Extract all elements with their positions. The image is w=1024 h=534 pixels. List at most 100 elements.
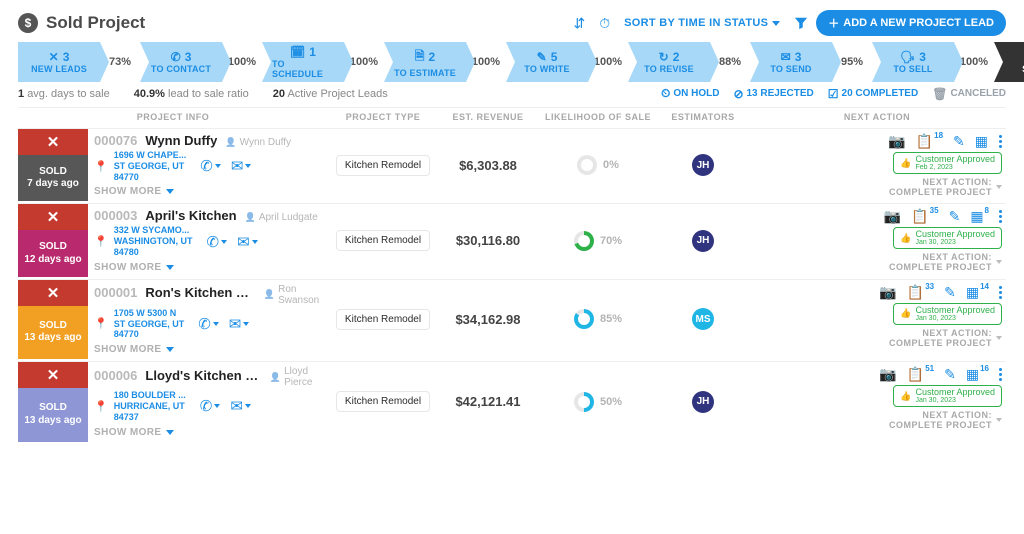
status-pills: ⏲ON HOLD ⊘13 REJECTED ☑20 COMPLETED 🗑CANCEL… [661,86,1006,101]
pin-icon[interactable]: 📍 [94,317,108,330]
address[interactable]: 1705 W 5300 NST GEORGE, UT84770 [114,308,185,340]
more-menu-icon[interactable] [999,368,1002,381]
camera-icon[interactable]: 📷 [884,208,901,225]
notes-icon[interactable]: 📋18 [916,133,943,150]
contact-name: Ron Swanson [264,284,322,306]
project-id: 000001 [94,285,137,300]
edit-icon[interactable]: ✎ [953,133,965,150]
notes-icon[interactable]: 📋33 [907,284,934,301]
row-actions: 📷 📋35 ✎ ▦8 👍Customer ApprovedJan 30, 2023 NEX… [748,204,1006,276]
edit-icon[interactable]: ✎ [944,284,956,301]
pipeline-stage-to-revise[interactable]: ↻2TO REVISE [628,42,710,82]
call-button[interactable]: ✆ [200,157,221,175]
status-pill--rejected[interactable]: ⊘13 REJECTED [733,86,813,101]
chevron-down-icon [996,185,1002,189]
stage-name: TO SELL [893,64,932,74]
col-project-type: PROJECT TYPE [328,112,438,122]
pin-icon[interactable]: 📍 [94,400,108,413]
avatar[interactable]: JH [692,230,714,252]
edit-icon[interactable]: ✎ [949,208,961,225]
project-type-value: Kitchen Remodel [336,155,430,176]
address[interactable]: 1696 W CHAPE...ST GEORGE, UT84770 [114,150,187,182]
likelihood: 50% [538,362,658,441]
address[interactable]: 180 BOULDER ...HURRICANE, UT84737 [114,390,186,422]
show-more-button[interactable]: SHOW MORE [94,186,322,197]
likelihood-ring [574,231,594,251]
pipeline-stage-sold[interactable]: 👍9SOLD [994,42,1024,82]
camera-icon[interactable]: 📷 [888,133,905,150]
col-next-action: NEXT ACTION [748,112,1006,122]
project-name[interactable]: April's Kitchen [145,208,236,223]
clock-icon[interactable]: ⏱ [599,15,610,32]
likelihood-value: 85% [600,313,622,325]
estimators: MS [658,280,748,359]
project-name[interactable]: Lloyd's Kitchen Remodel [145,368,261,383]
customer-approved-badge[interactable]: 👍Customer ApprovedJan 30, 2023 [893,303,1002,325]
more-menu-icon[interactable] [999,286,1002,299]
avatar[interactable]: JH [692,391,714,413]
pin-icon[interactable]: 📍 [94,235,108,248]
pipeline-stage-to-contact[interactable]: ✆3TO CONTACT [140,42,222,82]
stage-count: 3 [919,50,926,64]
customer-approved-badge[interactable]: 👍Customer ApprovedJan 30, 2023 [893,385,1002,407]
status-pill-canceled[interactable]: 🗑CANCELED [932,86,1006,101]
pipeline-stage-to-sell[interactable]: 🗣3TO SELL [872,42,954,82]
email-button[interactable]: ✉ [231,157,252,175]
show-more-button[interactable]: SHOW MORE [94,262,322,273]
next-action[interactable]: NEXT ACTION:COMPLETE PROJECT [889,410,1002,430]
customer-approved-badge[interactable]: 👍Customer ApprovedFeb 2, 2023 [893,152,1002,174]
filter-icon[interactable] [794,16,808,30]
contact-name: April Ludgate [245,212,318,223]
camera-icon[interactable]: 📷 [879,366,896,383]
call-button[interactable]: ✆ [198,315,219,333]
contact-name: Lloyd Pierce [270,366,322,388]
grid-icon[interactable]: ▦14 [966,284,989,301]
notes-icon[interactable]: 📋35 [911,208,938,225]
grid-icon[interactable]: ▦16 [966,366,989,383]
camera-icon[interactable]: 📷 [879,284,896,301]
customer-approved-badge[interactable]: 👍Customer ApprovedJan 30, 2023 [893,227,1002,249]
pipeline-stage-to-send[interactable]: ✉3TO SEND [750,42,832,82]
address[interactable]: 332 W SYCAMO...WASHINGTON, UT84780 [114,225,193,257]
sort-button[interactable]: SORT BY TIME IN STATUS [624,17,780,29]
call-button[interactable]: ✆ [200,397,221,415]
next-action[interactable]: NEXT ACTION:COMPLETE PROJECT [889,177,1002,197]
more-menu-icon[interactable] [999,135,1002,148]
pipeline-stage-new-leads[interactable]: ✕3NEW LEADS [18,42,100,82]
next-action[interactable]: NEXT ACTION:COMPLETE PROJECT [889,328,1002,348]
next-action[interactable]: NEXT ACTION:COMPLETE PROJECT [889,252,1002,272]
email-button[interactable]: ✉ [237,233,258,251]
grid-icon[interactable]: ▦ [975,133,989,150]
pipeline-stage-to-write[interactable]: ✎5TO WRITE [506,42,588,82]
thumb-icon: 👍 [900,392,911,401]
project-name[interactable]: Wynn Duffy [145,133,217,148]
app-container: $ Sold Project ⇵ ⏱ SORT BY TIME IN STATU… [0,0,1024,462]
email-button[interactable]: ✉ [230,397,251,415]
likelihood-ring [574,392,594,412]
stage-name: TO SEND [770,64,811,74]
more-menu-icon[interactable] [999,210,1002,223]
pill-icon: 🗑 [932,87,947,101]
chevron-down-icon [166,265,174,270]
contact-actions: ✆✉ [200,397,251,415]
project-name[interactable]: Ron's Kitchen Remodel [145,285,255,300]
status-pill--completed[interactable]: ☑20 COMPLETED [828,86,918,101]
status-pill-on-hold[interactable]: ⏲ON HOLD [661,86,719,101]
edit-icon[interactable]: ✎ [944,366,956,383]
add-project-button[interactable]: ＋ ADD A NEW PROJECT LEAD [816,10,1006,36]
show-more-button[interactable]: SHOW MORE [94,427,322,438]
pipeline-stage-to-estimate[interactable]: 🗎2TO ESTIMATE [384,42,466,82]
show-more-button[interactable]: SHOW MORE [94,344,322,355]
grid-icon[interactable]: ▦8 [970,208,989,225]
stage-icon: ✉ [781,50,791,64]
avatar[interactable]: JH [692,154,714,176]
pin-icon[interactable]: 📍 [94,160,108,173]
est-revenue: $34,162.98 [438,280,538,359]
email-button[interactable]: ✉ [229,315,250,333]
call-button[interactable]: ✆ [207,233,228,251]
pill-icon: ☑ [828,87,839,101]
notes-icon[interactable]: 📋51 [907,366,934,383]
sort-columns-icon[interactable]: ⇵ [573,15,585,32]
avatar[interactable]: MS [692,308,714,330]
pipeline-stage-to-schedule[interactable]: 🗓1TO SCHEDULE [262,42,344,82]
